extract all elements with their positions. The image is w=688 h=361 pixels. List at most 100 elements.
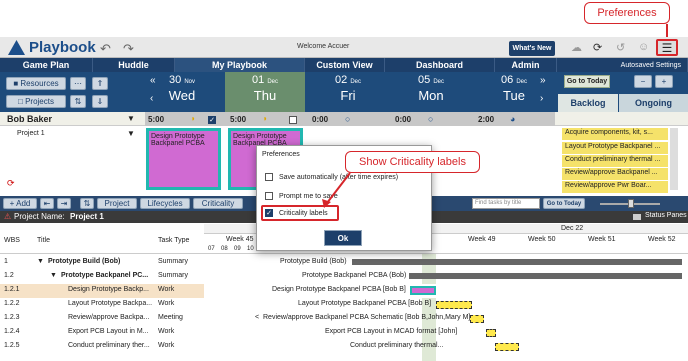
gantt-bar[interactable] (495, 343, 519, 351)
backlog-item[interactable]: Acquire components, kit, s... (562, 128, 668, 140)
checkbox-icon[interactable] (289, 115, 303, 124)
backlog-item[interactable]: Review/approve Pwr Boar... (562, 181, 668, 193)
backlog-item[interactable]: Review/approve Backpanel ... (562, 168, 668, 180)
cloud-icon[interactable]: ☁ (571, 41, 582, 54)
zoom-slider-handle[interactable] (628, 199, 634, 208)
outdent-button[interactable]: ⇤ (40, 198, 54, 209)
option-save-automatically[interactable]: Save automatically (after time expires) (265, 173, 398, 181)
zoom-in-button[interactable]: + (655, 75, 673, 88)
backlog-scrollbar[interactable] (670, 128, 678, 190)
column-header[interactable]: WBS (4, 237, 20, 244)
gantt-bar[interactable] (486, 329, 496, 337)
moon-icon: ◑ (190, 114, 195, 123)
chevron-down-icon[interactable]: ▼ (127, 114, 135, 123)
undo-save-icon[interactable]: ↺ (616, 41, 625, 54)
day-header[interactable]: 05 Dec Mon (409, 74, 453, 103)
filter-button[interactable]: ⇅ (80, 198, 94, 209)
type-cell: Summary (158, 272, 188, 279)
backlog-item[interactable]: Layout Prototype Backpanel ... (562, 142, 668, 154)
expand-icon[interactable]: ▼ (50, 272, 57, 279)
day-label: 09 (234, 246, 241, 252)
table-row[interactable]: 1.2.5 Conduct preliminary ther... Work C… (0, 340, 688, 354)
checkbox-icon[interactable] (633, 214, 641, 220)
option-label: Prompt me to save (279, 192, 338, 200)
option-criticality-labels[interactable]: ✓ Criticality labels (265, 209, 328, 217)
title-cell: Conduct preliminary ther... (68, 342, 150, 349)
day-header[interactable]: 06 Dec Tue (492, 74, 536, 103)
project-filter-button[interactable]: Project (97, 198, 137, 209)
backlog-item[interactable]: Conduct preliminary thermal ... (562, 155, 668, 167)
whats-new-button[interactable]: What's New (509, 41, 555, 56)
gantt-bar[interactable] (470, 315, 484, 323)
checkbox[interactable]: ✓ (265, 209, 273, 217)
redo-icon[interactable]: ↷ (123, 41, 134, 57)
moon-icon: ◑ (262, 114, 267, 123)
chevron-down-icon[interactable]: ▼ (127, 129, 135, 138)
checkbox[interactable] (265, 192, 273, 200)
zoom-out-button[interactable]: − (634, 75, 652, 88)
gantt-label: Layout Prototype Backpanel PCBA [Bob B] (298, 300, 432, 307)
tab-ongoing[interactable]: Ongoing (619, 94, 688, 112)
checkbox-icon[interactable]: ✓ (208, 115, 222, 124)
next-day-icon[interactable]: › (540, 93, 543, 104)
type-cell: Work (158, 342, 175, 349)
sort-button[interactable]: ⇅ (70, 95, 86, 108)
refresh-icon[interactable]: ⟳ (593, 41, 602, 54)
menu-button[interactable]: ☰ (656, 39, 678, 56)
add-button[interactable]: + Add (3, 198, 37, 209)
table-row[interactable]: 1.2 ▼ Prototype Backpanel PC... Summary … (0, 270, 688, 284)
expand-icon[interactable]: ▼ (37, 258, 44, 265)
more-options-button[interactable]: ⋯ (70, 77, 86, 90)
gantt-go-to-today-button[interactable]: Go to Today (543, 198, 585, 209)
summary-bar[interactable] (352, 259, 682, 265)
status-panes-label[interactable]: Status Panes (645, 212, 687, 219)
refresh-icon[interactable]: ⟳ (7, 178, 15, 189)
day-label: 07 (208, 246, 215, 252)
column-header[interactable]: Title (37, 237, 50, 244)
title-cell: Export PCB Layout in M... (68, 328, 149, 335)
next-week-icon[interactable]: » (540, 75, 546, 86)
tab-custom-view[interactable]: Custom View (305, 58, 385, 72)
day-header[interactable]: 01 Dec Thu (243, 74, 287, 103)
column-header[interactable]: Task Type (158, 237, 189, 244)
hours-value: 2:00 (478, 115, 495, 124)
table-row[interactable]: 1 ▼ Prototype Build (Bob) Summary Protot… (0, 256, 688, 270)
summary-bar[interactable] (409, 273, 682, 279)
table-row[interactable]: 1.2.1 Design Prototype Backp... Work Des… (0, 284, 688, 298)
option-prompt-me[interactable]: Prompt me to save (265, 192, 338, 200)
indent-button[interactable]: ⇥ (57, 198, 71, 209)
expand-all-button[interactable]: ⇓ (92, 95, 108, 108)
tab-my-playbook[interactable]: My Playbook (175, 58, 305, 72)
collapse-all-button[interactable]: ⇑ (92, 77, 108, 90)
lifecycles-filter-button[interactable]: Lifecycles (140, 198, 190, 209)
tab-admin[interactable]: Admin (495, 58, 557, 72)
gantt-bar[interactable] (410, 286, 436, 295)
tab-huddle[interactable]: Huddle (93, 58, 175, 72)
table-row[interactable]: 1.2.4 Export PCB Layout in M... Work Exp… (0, 326, 688, 340)
type-cell: Work (158, 328, 175, 335)
tab-game-plan[interactable]: Game Plan (0, 58, 93, 72)
tab-dashboard[interactable]: Dashboard (385, 58, 495, 72)
checkbox[interactable] (265, 173, 273, 181)
prev-day-icon[interactable]: ‹ (150, 93, 153, 104)
smiley-icon[interactable]: ☺ (638, 41, 649, 53)
gantt-label: Export PCB Layout in MCAD format [John] (325, 328, 458, 335)
day-header[interactable]: 30 Nov Wed (160, 74, 204, 103)
resources-button[interactable]: ■ Resources (6, 77, 66, 90)
progress-circle-icon: ◕ (510, 114, 516, 124)
table-row[interactable]: 1.2.3 Review/approve Backpa... Meeting <… (0, 312, 688, 326)
table-row[interactable]: 1.2.2 Layout Prototype Backpa... Work La… (0, 298, 688, 312)
undo-icon[interactable]: ↶ (100, 41, 111, 57)
day-header[interactable]: 02 Dec Fri (326, 74, 370, 103)
tab-backlog[interactable]: Backlog (558, 94, 618, 112)
share-icon: < (255, 314, 260, 321)
gantt-bar[interactable] (436, 301, 472, 309)
projects-button[interactable]: □ Projects (6, 95, 66, 108)
task-search-input[interactable]: Find tasks by title (472, 198, 540, 209)
prev-week-icon[interactable]: « (150, 75, 156, 86)
autosaved-settings[interactable]: Autosaved Settings (557, 58, 688, 72)
task-card[interactable]: Design Prototype Backpanel PCBA (146, 128, 221, 190)
criticality-filter-button[interactable]: Criticality (193, 198, 243, 209)
go-to-today-button[interactable]: Go to Today (564, 75, 610, 88)
ok-button[interactable]: Ok (324, 230, 362, 246)
